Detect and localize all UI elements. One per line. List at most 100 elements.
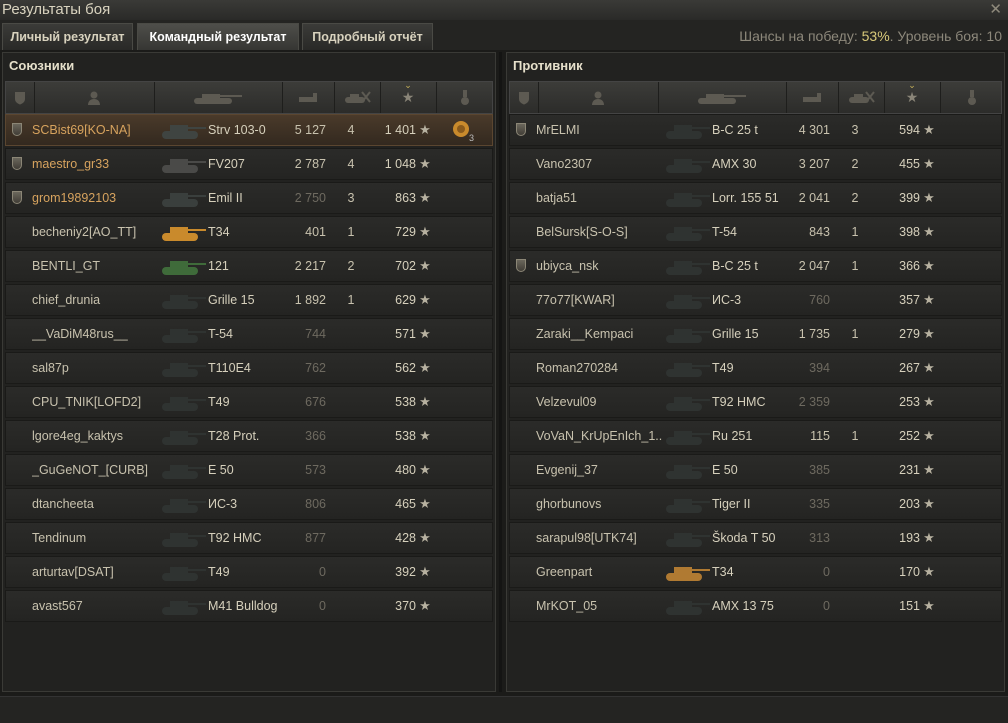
damage-value: 744	[305, 327, 326, 341]
player-name[interactable]: batja51	[536, 183, 666, 213]
player-name[interactable]: chief_drunia	[32, 285, 162, 315]
player-row[interactable]: SCBist69[KO-NA] Strv 103-0 5 127 4 1 401 ★ 3	[5, 114, 493, 146]
player-name[interactable]: 77o77[KWAR]	[536, 285, 666, 315]
damage-value: 843	[809, 225, 830, 239]
player-row[interactable]: CPU_TNIK[LOFD2] T49 676 538 ★	[5, 386, 493, 418]
player-name[interactable]: Vano2307	[536, 149, 666, 179]
player-name[interactable]: Velzevul09	[536, 387, 666, 417]
player-name[interactable]: SCBist69[KO-NA]	[32, 115, 162, 145]
player-name[interactable]: becheniy2[AO_TT]	[32, 217, 162, 247]
player-name[interactable]: Tendinum	[32, 523, 162, 553]
player-row[interactable]: maestro_gr33 FV207 2 787 4 1 048 ★	[5, 148, 493, 180]
player-row[interactable]: Roman270284 T49 394 267 ★	[509, 352, 1002, 384]
player-row[interactable]: arturtav[DSAT] T49 0 392 ★	[5, 556, 493, 588]
player-row[interactable]: Evgenij_37 E 50 385 231 ★	[509, 454, 1002, 486]
medal-cell: 3	[450, 115, 480, 145]
player-row[interactable]: 77o77[KWAR] ИС-3 760 357 ★	[509, 284, 1002, 316]
player-name[interactable]: maestro_gr33	[32, 149, 162, 179]
player-name[interactable]: sarapul98[UTK74]	[536, 523, 666, 553]
player-name[interactable]: BENTLI_GT	[32, 251, 162, 281]
vehicle-column-icon[interactable]	[154, 82, 283, 113]
platoon-cell	[516, 115, 530, 145]
enemies-title: Противник	[513, 58, 583, 73]
platoon-column-icon[interactable]	[6, 82, 35, 113]
player-row[interactable]: _GuGeNOT_[CURB] E 50 573 480 ★	[5, 454, 493, 486]
player-name[interactable]: sal87p	[32, 353, 162, 383]
player-row[interactable]: Greenpart T34 0 170 ★	[509, 556, 1002, 588]
player-row[interactable]: Vano2307 AMX 30 3 207 2 455 ★	[509, 148, 1002, 180]
player-name[interactable]: lgore4eg_kaktys	[32, 421, 162, 451]
player-row[interactable]: becheniy2[AO_TT] T34 401 1 729 ★	[5, 216, 493, 248]
damage-column-icon[interactable]	[282, 82, 335, 113]
xp-column-header[interactable]: ⌄ ★	[884, 80, 941, 113]
player-name[interactable]: __VaDiM48rus__	[32, 319, 162, 349]
xp-column-header[interactable]: ⌄ ★	[380, 80, 437, 113]
vehicle-column-icon[interactable]	[658, 82, 787, 113]
player-name[interactable]: dtancheeta	[32, 489, 162, 519]
player-row[interactable]: MrELMI B-C 25 t 4 301 3 594 ★	[509, 114, 1002, 146]
damage-value: 401	[305, 225, 326, 239]
xp-star-icon: ★	[419, 122, 431, 137]
player-row[interactable]: dtancheeta ИС-3 806 465 ★	[5, 488, 493, 520]
frags-column-icon[interactable]	[838, 82, 885, 113]
player-name[interactable]: VoVaN_KrUpEnIch_1..	[536, 421, 666, 451]
player-name[interactable]: arturtav[DSAT]	[32, 557, 162, 587]
player-row[interactable]: grom19892103 Emil II 2 750 3 863 ★	[5, 182, 493, 214]
player-column-icon[interactable]	[34, 82, 155, 113]
vehicle-image-cell	[158, 115, 208, 145]
player-row[interactable]: batja51 Lorr. 155 51 2 041 2 399 ★	[509, 182, 1002, 214]
medal-column-icon[interactable]	[940, 82, 1003, 113]
player-row[interactable]: Velzevul09 T92 HMC 2 359 253 ★	[509, 386, 1002, 418]
player-name[interactable]: Zaraki__Kempaci	[536, 319, 666, 349]
vehicle-image-cell	[662, 353, 712, 383]
frags-column-icon[interactable]	[334, 82, 381, 113]
vehicle-name: T92 HMC	[712, 395, 766, 409]
player-row[interactable]: BENTLI_GT 121 2 217 2 702 ★	[5, 250, 493, 282]
player-name[interactable]: Roman270284	[536, 353, 666, 383]
player-row[interactable]: ghorbunovs Tiger II 335 203 ★	[509, 488, 1002, 520]
damage-column-icon[interactable]	[786, 82, 839, 113]
player-name[interactable]: grom19892103	[32, 183, 162, 213]
player-name[interactable]: CPU_TNIK[LOFD2]	[32, 387, 162, 417]
tab-team-result[interactable]: Командный результат	[137, 23, 299, 50]
player-row[interactable]: BelSursk[S-O-S] T-54 843 1 398 ★	[509, 216, 1002, 248]
player-row[interactable]: Zaraki__Kempaci Grille 15 1 735 1 279 ★	[509, 318, 1002, 350]
vehicle-image-cell	[158, 591, 208, 621]
tab-detailed-report[interactable]: Подробный отчёт	[302, 23, 433, 50]
close-icon[interactable]: ✕	[989, 0, 1002, 18]
player-name[interactable]: ghorbunovs	[536, 489, 666, 519]
vehicle-name: Emil II	[208, 191, 243, 205]
medal-icon[interactable]: 3	[450, 117, 476, 143]
player-row[interactable]: avast567 M41 Bulldog 0 370 ★	[5, 590, 493, 622]
player-name[interactable]: BelSursk[S-O-S]	[536, 217, 666, 247]
player-row[interactable]: sal87p T110E4 762 562 ★	[5, 352, 493, 384]
player-row[interactable]: ubiyca_nsk B-C 25 t 2 047 1 366 ★	[509, 250, 1002, 282]
vehicle-image-cell	[662, 455, 712, 485]
player-name[interactable]: MrKOT_05	[536, 591, 666, 621]
medal-cell	[954, 387, 984, 417]
vehicle-name: M41 Bulldog	[208, 599, 278, 613]
xp-star-icon: ★	[905, 89, 919, 105]
medal-column-icon[interactable]	[436, 82, 494, 113]
platoon-column-icon[interactable]	[510, 82, 539, 113]
player-name[interactable]: ubiyca_nsk	[536, 251, 666, 281]
vehicle-image-cell	[662, 387, 712, 417]
player-row[interactable]: lgore4eg_kaktys T28 Prot. 366 538 ★	[5, 420, 493, 452]
player-row[interactable]: chief_drunia Grille 15 1 892 1 629 ★	[5, 284, 493, 316]
player-name[interactable]: avast567	[32, 591, 162, 621]
player-row[interactable]: VoVaN_KrUpEnIch_1.. Ru 251 115 1 252 ★	[509, 420, 1002, 452]
player-row[interactable]: __VaDiM48rus__ T-54 744 571 ★	[5, 318, 493, 350]
player-name[interactable]: Evgenij_37	[536, 455, 666, 485]
player-row[interactable]: sarapul98[UTK74] Škoda T 50 313 193 ★	[509, 522, 1002, 554]
tank-icon	[666, 431, 710, 445]
player-name[interactable]: Greenpart	[536, 557, 666, 587]
player-row[interactable]: Tendinum T92 HMC 877 428 ★	[5, 522, 493, 554]
player-name[interactable]: _GuGeNOT_[CURB]	[32, 455, 162, 485]
player-column-icon[interactable]	[538, 82, 659, 113]
player-name[interactable]: MrELMI	[536, 115, 666, 145]
enemies-column-header: ⌄ ★	[509, 80, 1003, 114]
player-row[interactable]: MrKOT_05 AMX 13 75 0 151 ★	[509, 590, 1002, 622]
medal-cell	[954, 489, 984, 519]
platoon-icon	[516, 259, 526, 272]
tab-personal-result[interactable]: Личный результат	[2, 23, 133, 50]
